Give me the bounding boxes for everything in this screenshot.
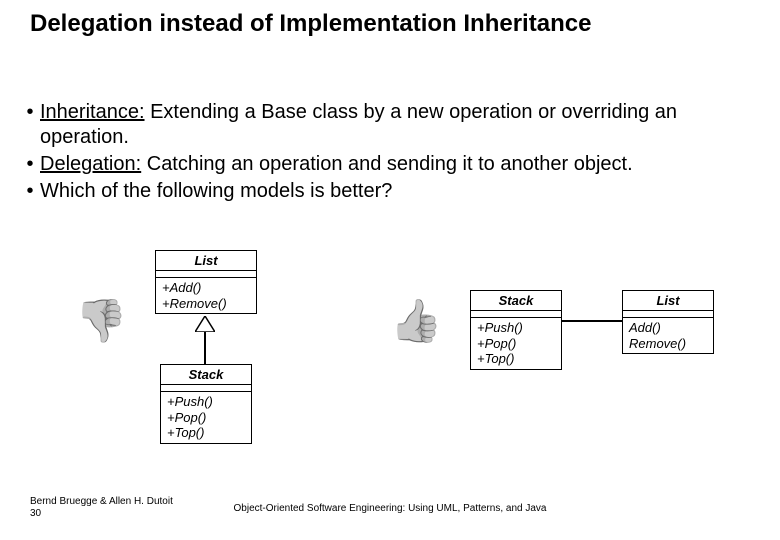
uml-class-name: List (623, 291, 713, 311)
uml-class-ops: +Add() +Remove() (156, 278, 256, 313)
uml-class-ops: +Push() +Pop() +Top() (161, 392, 251, 443)
uml-class-stack-right: Stack +Push() +Pop() +Top() (470, 290, 562, 370)
uml-class-attrs (156, 271, 256, 278)
bullet-dot: • (20, 179, 40, 204)
bullet-item: • Which of the following models is bette… (20, 179, 740, 204)
footer-book-title: Object-Oriented Software Engineering: Us… (234, 503, 547, 514)
bullet-text: Inheritance: Extending a Base class by a… (40, 100, 740, 150)
uml-class-ops: Add() Remove() (623, 318, 713, 353)
uml-class-attrs (623, 311, 713, 318)
bullet-text: Delegation: Catching an operation and se… (40, 152, 740, 177)
uml-class-name: List (156, 251, 256, 271)
bullet-item: • Delegation: Catching an operation and … (20, 152, 740, 177)
bullet-rest: Catching an operation and sending it to … (141, 153, 632, 175)
uml-class-list-left: List +Add() +Remove() (155, 250, 257, 314)
bullet-term: Delegation: (40, 153, 141, 175)
uml-class-attrs (471, 311, 561, 318)
uml-class-list-right: List Add() Remove() (622, 290, 714, 354)
association-line (562, 320, 622, 322)
uml-class-name: Stack (161, 365, 251, 385)
bullet-text: Which of the following models is better? (40, 179, 740, 204)
inheritance-line (204, 332, 206, 364)
uml-class-ops: +Push() +Pop() +Top() (471, 318, 561, 369)
bullet-rest: Which of the following models is better? (40, 180, 392, 202)
thumbs-down-icon: 👎 (75, 300, 127, 342)
bullet-dot: • (20, 100, 40, 150)
bullet-item: • Inheritance: Extending a Base class by… (20, 100, 740, 150)
bullet-term: Inheritance: (40, 101, 145, 123)
footer-authors: Bernd Bruegge & Allen H. Dutoit 30 (30, 496, 173, 520)
page-title: Delegation instead of Implementation Inh… (30, 10, 591, 39)
uml-class-name: Stack (471, 291, 561, 311)
footer-page-number: 30 (30, 508, 41, 519)
thumbs-up-icon: 👍 (390, 300, 442, 342)
uml-class-stack-left: Stack +Push() +Pop() +Top() (160, 364, 252, 444)
bullet-dot: • (20, 152, 40, 177)
bullet-list: • Inheritance: Extending a Base class by… (20, 100, 740, 206)
uml-class-attrs (161, 385, 251, 392)
footer-authors-text: Bernd Bruegge & Allen H. Dutoit (30, 496, 173, 507)
